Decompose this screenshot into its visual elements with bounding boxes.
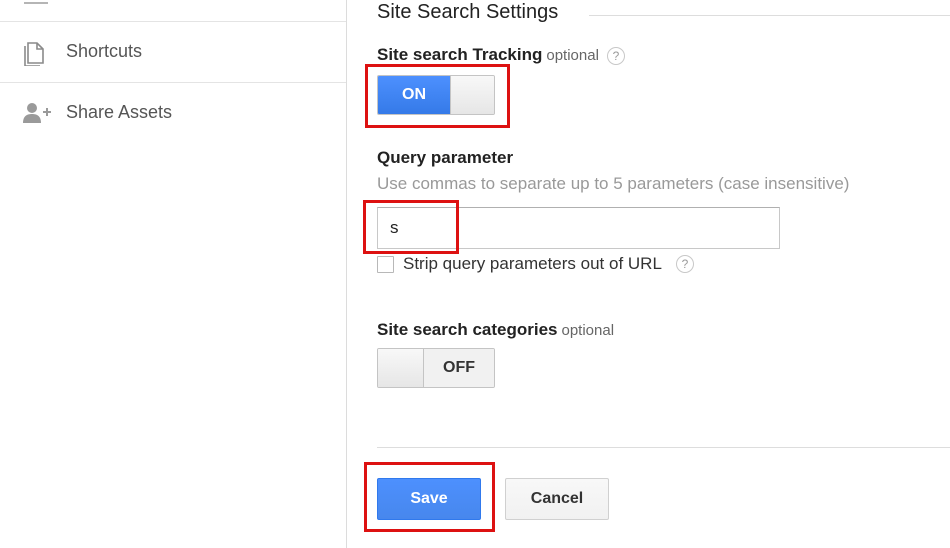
toggle-knob	[450, 76, 494, 114]
strip-query-params-label: Strip query parameters out of URL	[403, 254, 662, 273]
strip-query-params-row: Strip query parameters out of URL?	[377, 254, 694, 276]
help-icon[interactable]: ?	[675, 255, 694, 273]
sidebar-item-label: Shortcuts	[66, 41, 143, 61]
toggle-on-label: ON	[378, 76, 450, 114]
help-icon[interactable]: ?	[606, 46, 625, 65]
site-search-tracking-toggle[interactable]: ON	[377, 75, 495, 115]
tracking-label-row: Site search Tracking optional?	[377, 45, 625, 65]
document-icon	[22, 40, 50, 67]
categories-label-row: Site search categories optional	[377, 320, 614, 340]
query-parameter-input[interactable]	[377, 207, 780, 249]
section-title-rule	[589, 15, 950, 16]
site-search-categories-toggle[interactable]: OFF	[377, 348, 495, 388]
sidebar-item-label: Share Assets	[66, 102, 173, 122]
query-parameter-hint: Use commas to separate up to 5 parameter…	[377, 174, 850, 193]
strip-query-params-checkbox[interactable]	[377, 255, 394, 273]
sidebar-previous-item-sliver	[24, 0, 48, 4]
toggle-knob	[378, 349, 424, 387]
sidebar: Shortcuts Share Assets	[0, 0, 347, 548]
section-title: Site Search Settings	[377, 1, 559, 23]
add-person-icon	[22, 101, 51, 125]
actions-divider	[377, 447, 950, 448]
optional-tag: optional	[561, 322, 615, 339]
toggle-off-label: OFF	[424, 349, 494, 387]
tracking-label: Site search Tracking	[377, 45, 543, 64]
sidebar-item-share-assets[interactable]: Share Assets	[0, 83, 346, 143]
cancel-button[interactable]: Cancel	[505, 478, 609, 520]
optional-tag: optional	[546, 47, 599, 64]
sidebar-item-shortcuts[interactable]: Shortcuts	[0, 22, 346, 82]
site-search-settings-panel: Site Search Settings Site search Trackin…	[347, 0, 950, 548]
categories-label: Site search categories	[377, 320, 558, 339]
query-parameter-label: Query parameter	[377, 148, 514, 167]
save-button[interactable]: Save	[377, 478, 481, 520]
